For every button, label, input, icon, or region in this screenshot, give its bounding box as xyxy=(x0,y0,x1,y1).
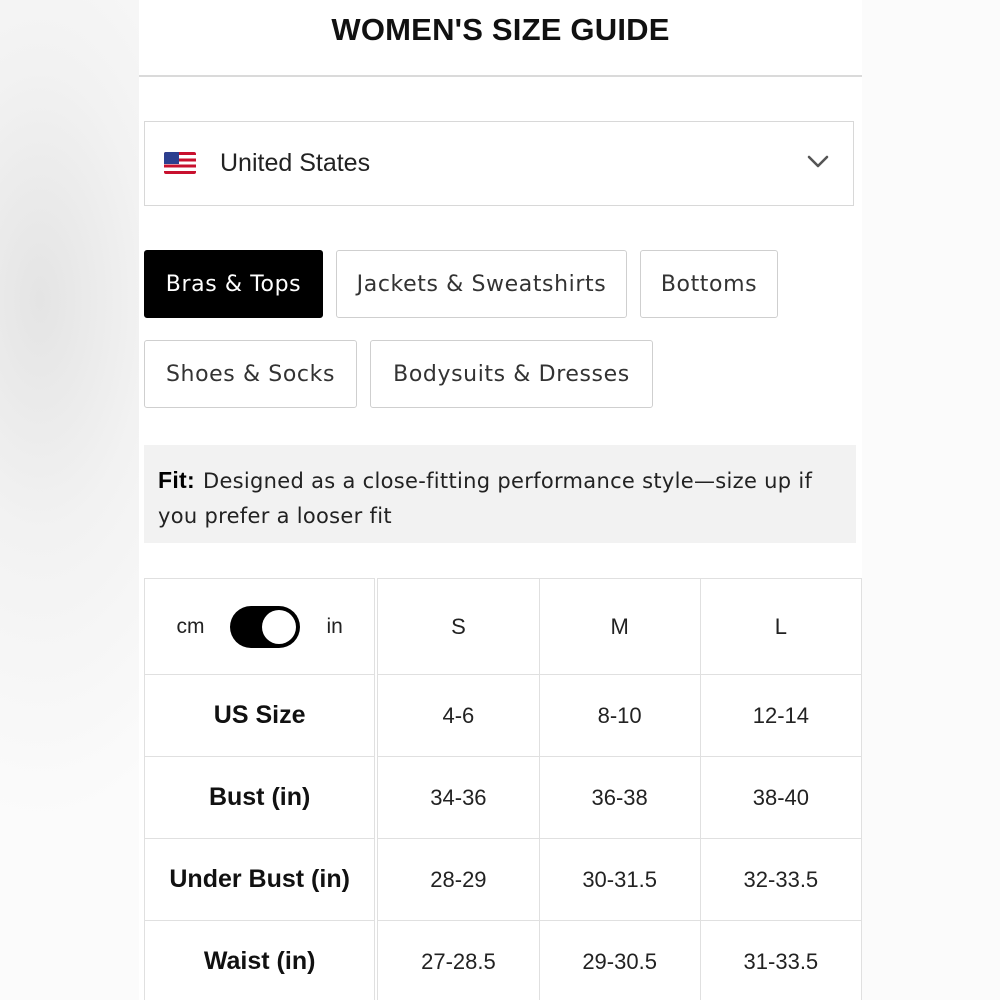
table-row: Bust (in) 34-36 36-38 38-40 xyxy=(144,756,862,839)
table-cell: 31-33.5 xyxy=(699,920,862,1000)
table-row: US Size 4-6 8-10 12-14 xyxy=(144,674,862,757)
tab-jackets-sweatshirts[interactable]: Jackets & Sweatshirts xyxy=(336,250,627,318)
table-header-row: cm in S M L xyxy=(144,578,862,675)
table-cell: 29-30.5 xyxy=(538,920,701,1000)
title-divider xyxy=(139,75,862,77)
fit-note: Fit: Designed as a close-fitting performa… xyxy=(144,445,856,543)
table-cell: 38-40 xyxy=(699,756,862,839)
column-header-m: M xyxy=(538,578,701,675)
table-cell: 4-6 xyxy=(375,674,540,757)
table-row: Waist (in) 27-28.5 29-30.5 31-33.5 xyxy=(144,920,862,1000)
country-select-value: United States xyxy=(220,149,371,177)
chevron-down-icon xyxy=(807,155,829,168)
table-cell: 34-36 xyxy=(375,756,540,839)
unit-toggle-cell: cm in xyxy=(144,578,379,675)
page-title: WOMEN'S SIZE GUIDE xyxy=(331,12,670,47)
table-cell: 12-14 xyxy=(699,674,862,757)
tab-shoes-socks[interactable]: Shoes & Socks xyxy=(144,340,357,408)
table-cell: 27-28.5 xyxy=(375,920,540,1000)
column-header-l: L xyxy=(699,578,862,675)
unit-cm-label[interactable]: cm xyxy=(176,615,204,639)
row-label-under-bust: Under Bust (in) xyxy=(144,838,379,921)
unit-in-label[interactable]: in xyxy=(326,615,342,639)
table-cell: 28-29 xyxy=(375,838,540,921)
table-row: Under Bust (in) 28-29 30-31.5 32-33.5 xyxy=(144,838,862,921)
unit-toggle-switch[interactable] xyxy=(230,605,301,648)
tab-bottoms[interactable]: Bottoms xyxy=(640,250,778,318)
table-cell: 30-31.5 xyxy=(538,838,701,921)
table-cell: 32-33.5 xyxy=(699,838,862,921)
tab-bodysuits-dresses[interactable]: Bodysuits & Dresses xyxy=(370,340,653,408)
country-select[interactable]: United States xyxy=(144,121,854,206)
column-header-s: S xyxy=(375,578,540,675)
row-label-waist: Waist (in) xyxy=(144,920,379,1000)
row-label-bust: Bust (in) xyxy=(144,756,379,839)
toggle-knob xyxy=(262,609,297,644)
size-chart-table: cm in S M L US Size 4-6 8-10 12-14 Bust … xyxy=(144,578,862,1000)
table-cell: 8-10 xyxy=(538,674,701,757)
fit-text: Designed as a close-fitting performance … xyxy=(158,469,813,528)
row-label-us-size: US Size xyxy=(144,674,379,757)
table-cell: 36-38 xyxy=(538,756,701,839)
fit-label: Fit: xyxy=(158,467,195,493)
tab-bras-tops[interactable]: Bras & Tops xyxy=(144,250,323,318)
size-guide-panel: WOMEN'S SIZE GUIDE United States Bras & … xyxy=(139,0,862,1000)
us-flag-icon xyxy=(164,152,196,174)
